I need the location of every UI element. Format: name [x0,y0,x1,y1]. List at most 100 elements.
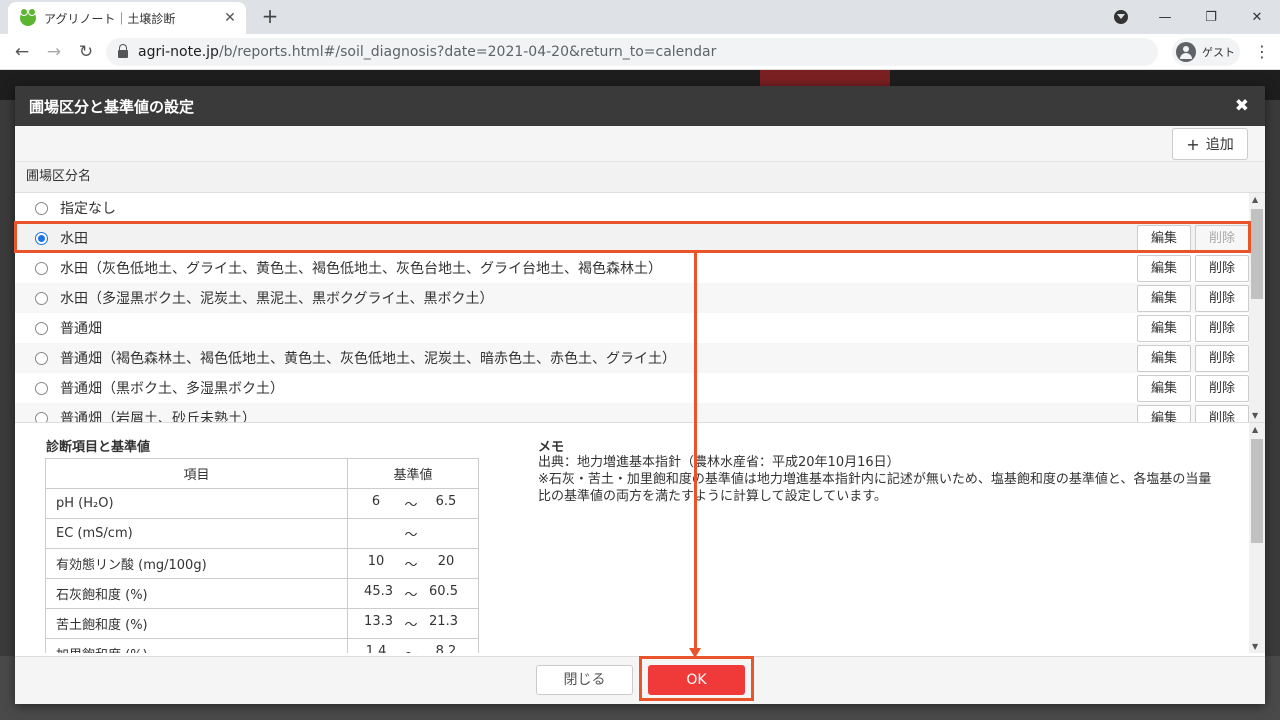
add-bar: + 追加 [15,126,1265,162]
delete-button[interactable]: 削除 [1195,315,1249,342]
modal-close-icon[interactable]: ✖ [1235,96,1249,116]
forward-icon[interactable]: → [42,40,66,64]
table-row: pH (H₂O) 6 〜 6.5 [44,488,479,519]
table-row: EC (mS/cm) 〜 [44,518,479,549]
delete-button[interactable]: 削除 [1195,375,1249,402]
list-item[interactable]: 普通畑 編集 削除 [15,313,1249,343]
tab-close-icon[interactable]: ✕ [222,10,238,26]
details-scroll-up-icon[interactable]: ▲ [1252,425,1258,434]
range-values: 1.4 〜 8.2 [348,644,478,653]
range-values: 〜 [348,524,478,543]
annotation-arrow-line [694,253,697,651]
delete-button[interactable]: 削除 [1195,405,1249,422]
scroll-down-icon[interactable]: ▼ [1252,411,1258,420]
list-item[interactable]: 普通畑（黒ボク土、多湿黒ボク土） 編集 削除 [15,373,1249,403]
highlight-selected-row [14,221,1251,253]
list-item[interactable]: 水田（灰色低地土、グライ土、黄色土、褐色低地土、灰色台地土、グライ台地土、褐色森… [15,253,1249,283]
criteria-item-name: 有効態リン酸 (mg/100g) [44,548,349,579]
list-item[interactable]: 普通畑（岩屑土、砂丘未熟土） 編集 削除 [15,403,1249,423]
range-min [364,524,388,543]
tab-search-icon[interactable] [1114,10,1128,24]
range-values: 6 〜 6.5 [348,494,478,513]
edit-button[interactable]: 編集 [1137,285,1191,312]
restore-icon[interactable]: ❐ [1188,10,1234,25]
list-item-label: 普通畑（岩屑土、砂丘未熟土） [60,411,256,423]
list-scroll-thumb[interactable] [1251,209,1263,299]
criteria-item-name: 石灰飽和度 (%) [44,578,349,609]
criteria-range: 6 〜 6.5 [347,488,479,519]
scroll-up-icon[interactable]: ▲ [1252,195,1258,204]
window-controls: — ❐ ✕ [1142,0,1280,34]
radio-button[interactable] [35,321,48,335]
details-scrollbar[interactable]: ▲ ▼ [1249,423,1265,653]
list-item[interactable]: 指定なし [15,193,1249,223]
reload-icon[interactable]: ↻ [74,40,98,64]
criteria-range: 〜 [347,518,479,549]
range-separator: 〜 [404,618,418,633]
list-item[interactable]: 水田（多湿黒ボク土、泥炭土、黒泥土、黒ボクグライ土、黒ボク土） 編集 削除 [15,283,1249,313]
table-row: 苦土飽和度 (%) 13.3 〜 21.3 [44,608,479,639]
range-separator: 〜 [404,558,418,573]
back-icon[interactable]: ← [10,40,34,64]
range-max: 8.2 [435,644,457,653]
radio-button[interactable] [35,261,48,275]
radio-button[interactable] [35,291,48,305]
modal-header: 圃場区分と基準値の設定 ✖ [15,86,1265,126]
edit-button[interactable]: 編集 [1137,375,1191,402]
range-max: 6.5 [435,494,457,509]
col-value: 基準値 [347,458,479,489]
range-max [434,524,458,543]
delete-button[interactable]: 削除 [1195,345,1249,372]
browser-tab[interactable]: アグリノート｜土壌診断 ✕ [8,2,246,34]
delete-button[interactable]: 削除 [1195,255,1249,282]
new-tab-icon[interactable]: + [260,6,280,26]
address-bar[interactable]: agri-note.jp/b/reports.html#/soil_diagno… [106,38,1158,66]
edit-button[interactable]: 編集 [1137,345,1191,372]
delete-button[interactable]: 削除 [1195,285,1249,312]
list-item[interactable]: 普通畑（褐色森林土、褐色低地土、黄色土、灰色低地土、泥炭土、暗赤色土、赤色土、グ… [15,343,1249,373]
range-values: 13.3 〜 21.3 [348,614,478,633]
radio-button[interactable] [35,381,48,395]
settings-modal: 圃場区分と基準値の設定 ✖ + 追加 圃場区分名 指定なし 水田 編集 削除 水田（灰色… [15,86,1265,704]
memo-text: 出典：地力増進基本指針（農林水産省：平成20年10月16日） ※石灰・苦土・加里… [538,454,1223,505]
profile-label: ゲスト [1202,46,1235,59]
range-min: 6 [371,494,381,509]
browser-toolbar: ← → ↻ agri-note.jp/b/reports.html#/soil_… [0,34,1280,70]
radio-button[interactable] [35,351,48,365]
details-scroll-down-icon[interactable]: ▼ [1252,642,1258,651]
url-text: agri-note.jp/b/reports.html#/soil_diagno… [138,44,716,60]
criteria-range: 45.3 〜 60.5 [347,578,479,609]
memo-line-1: 出典：地力増進基本指針（農林水産省：平成20年10月16日） [538,455,900,470]
criteria-table: 項目 基準値 pH (H₂O) 6 〜 6.5 EC (mS/cm) 〜有効態リン酸 (m… [44,458,479,653]
browser-tabstrip: アグリノート｜土壌診断 ✕ + — ❐ ✕ [0,0,1280,34]
list-item-label: 水田（灰色低地土、グライ土、黄色土、褐色低地土、灰色台地土、グライ台地土、褐色森… [60,261,662,277]
details-panel: 診断項目と基準値 項目 基準値 pH (H₂O) 6 〜 6.5 EC (mS/cm) 〜… [15,423,1265,653]
range-min: 10 [367,554,385,569]
edit-button[interactable]: 編集 [1137,255,1191,282]
list-item-label: 普通畑（褐色森林土、褐色低地土、黄色土、灰色低地土、泥炭土、暗赤色土、赤色土、グ… [60,351,676,367]
highlight-ok-button [639,656,754,701]
edit-button[interactable]: 編集 [1137,315,1191,342]
range-max: 60.5 [429,584,458,599]
range-min: 45.3 [364,584,393,599]
profile-button[interactable]: ゲスト [1172,38,1240,66]
table-row: 石灰飽和度 (%) 45.3 〜 60.5 [44,578,479,609]
range-max: 20 [437,554,455,569]
tab-title: アグリノート｜土壌診断 [44,11,176,26]
window-close-icon[interactable]: ✕ [1234,10,1280,25]
edit-button[interactable]: 編集 [1137,405,1191,422]
criteria-item-name: EC (mS/cm) [44,518,349,549]
radio-button[interactable] [35,201,48,215]
range-separator: 〜 [404,528,418,543]
close-button[interactable]: 閉じる [536,665,633,695]
range-values: 45.3 〜 60.5 [348,584,478,603]
col-item: 項目 [44,458,349,489]
minimize-icon[interactable]: — [1142,10,1188,25]
range-separator: 〜 [404,588,418,603]
details-scroll-thumb[interactable] [1251,439,1263,543]
radio-button[interactable] [35,411,48,422]
list-scrollbar[interactable]: ▲ ▼ [1249,193,1265,422]
add-button[interactable]: + 追加 [1172,128,1248,160]
criteria-item-name: 苦土飽和度 (%) [44,608,349,639]
browser-menu-icon[interactable]: ⋮ [1252,42,1272,62]
